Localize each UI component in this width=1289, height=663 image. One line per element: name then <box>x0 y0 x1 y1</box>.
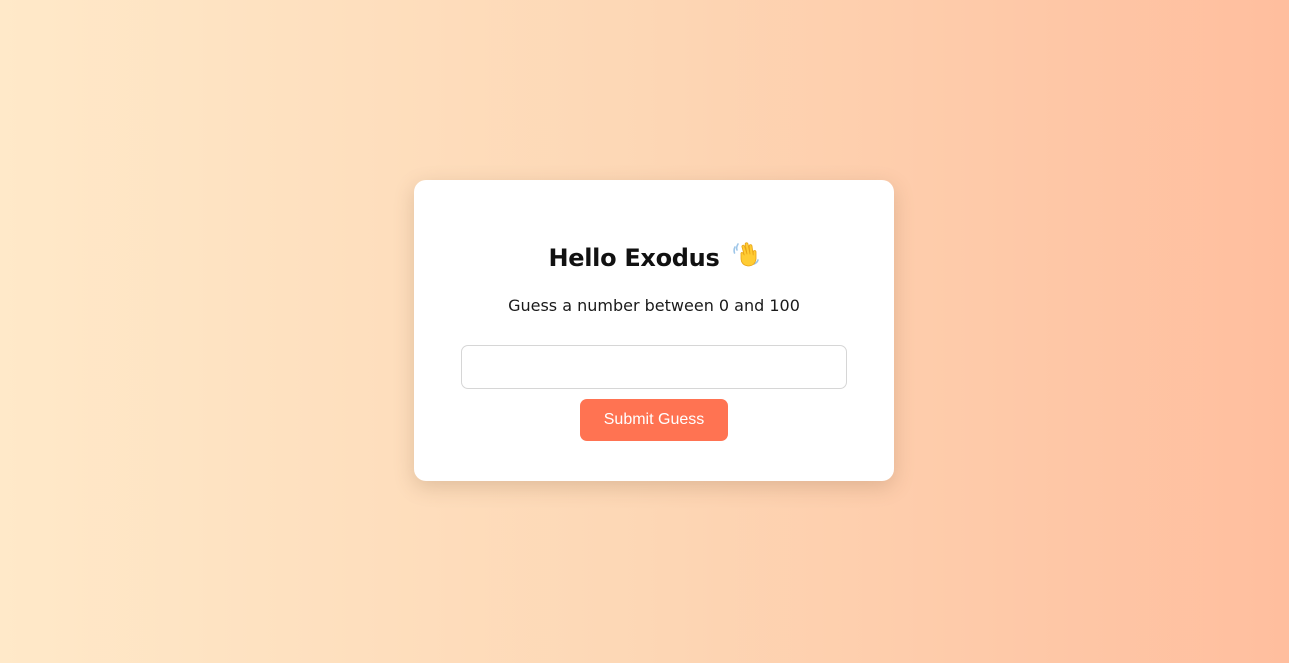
submit-guess-button[interactable]: Submit Guess <box>580 399 728 441</box>
page-title: Hello Exodus <box>414 240 894 277</box>
guess-input[interactable] <box>461 345 847 389</box>
title-text: Hello Exodus <box>548 244 720 272</box>
guess-card: Hello Exodus Guess a number between 0 an… <box>414 180 894 481</box>
waving-hand-icon <box>732 240 760 277</box>
instructions-text: Guess a number between 0 and 100 <box>508 296 800 315</box>
